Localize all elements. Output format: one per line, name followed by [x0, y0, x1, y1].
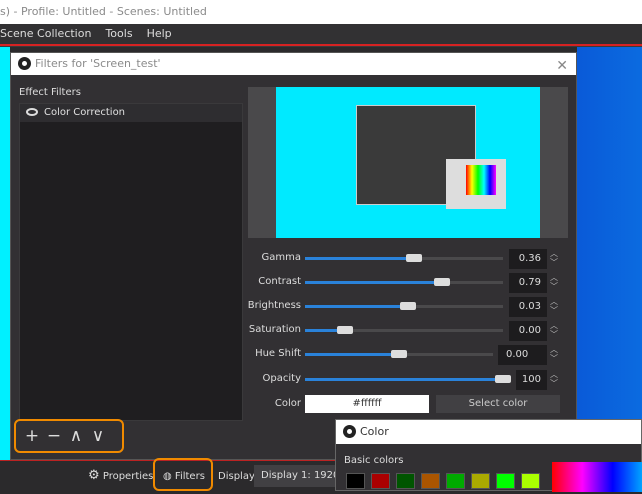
- contrast-label: Contrast: [258, 276, 301, 287]
- background-preview-right: [577, 47, 642, 460]
- dialog-titlebar: Filters for 'Screen_test' ✕: [11, 53, 576, 75]
- spinner-arrows-icon[interactable]: ︿ ﹀: [548, 273, 560, 293]
- color-spectrum[interactable]: [552, 462, 642, 492]
- filters-label: Filters: [174, 471, 205, 482]
- gamma-value[interactable]: 0.36: [509, 249, 547, 269]
- dialog-title: Filters for 'Screen_test': [35, 57, 161, 70]
- obs-logo-icon: [18, 57, 31, 70]
- filter-preview: [248, 87, 568, 238]
- spinner-arrows-icon[interactable]: ︿ ﹀: [548, 370, 560, 390]
- filter-buttons: + − ∧ ∨: [14, 419, 124, 453]
- filters-dialog: Filters for 'Screen_test' ✕ Effect Filte…: [10, 52, 577, 460]
- background-preview: [0, 47, 10, 460]
- slider-fill: [305, 378, 503, 381]
- slider-fill: [305, 281, 442, 284]
- remove-filter-button[interactable]: −: [46, 426, 62, 446]
- gamma-label: Gamma: [261, 252, 302, 263]
- slider-thumb[interactable]: [399, 302, 416, 310]
- color-row: Color #ffffff Select color: [248, 395, 568, 415]
- slider-thumb[interactable]: [336, 326, 353, 334]
- saturation-label: Saturation: [248, 324, 301, 335]
- color-swatch[interactable]: [346, 473, 365, 489]
- brightness-row: Brightness 0.03 ︿ ﹀: [248, 297, 568, 317]
- color-label: Color: [274, 398, 301, 409]
- properties-button[interactable]: ⚙ Properties: [88, 468, 153, 483]
- slider-thumb[interactable]: [405, 254, 422, 262]
- slider-fill: [305, 353, 399, 356]
- color-dialog-title: Color: [360, 425, 389, 438]
- color-swatch[interactable]: [371, 473, 390, 489]
- window-title: s) - Profile: Untitled - Scenes: Untitle…: [0, 0, 642, 24]
- spinner-arrows-icon[interactable]: ︿ ﹀: [548, 249, 560, 269]
- opacity-value[interactable]: 100: [516, 370, 547, 390]
- move-down-button[interactable]: ∨: [90, 426, 106, 446]
- gear-icon: ⚙: [88, 468, 100, 483]
- color-swatch[interactable]: [396, 473, 415, 489]
- brightness-label: Brightness: [247, 300, 301, 311]
- filter-name: Color Correction: [44, 107, 126, 118]
- color-swatch[interactable]: [471, 473, 490, 489]
- eye-icon[interactable]: [26, 108, 38, 116]
- divider: [0, 44, 642, 47]
- obs-logo-icon: [343, 425, 356, 438]
- opacity-row: Opacity 100 ︿ ﹀: [248, 370, 568, 390]
- saturation-slider[interactable]: [305, 326, 503, 334]
- hue-shift-slider[interactable]: [305, 350, 493, 358]
- properties-label: Properties: [102, 471, 154, 482]
- menu-scene-collection[interactable]: Scene Collection: [0, 24, 91, 44]
- basic-colors-swatches: [346, 473, 540, 489]
- filters-icon: ◍: [163, 471, 172, 482]
- contrast-row: Contrast 0.79 ︿ ﹀: [248, 273, 568, 293]
- slider-fill: [305, 305, 408, 308]
- color-dialog-titlebar: Color: [336, 420, 641, 444]
- hue-shift-row: Hue Shift 0.00 ︿ ﹀: [248, 345, 568, 365]
- spinner-arrows-icon[interactable]: ︿ ﹀: [548, 321, 560, 341]
- hue-shift-label: Hue Shift: [255, 348, 301, 359]
- preview-color-picker: [466, 165, 496, 195]
- color-swatch[interactable]: [421, 473, 440, 489]
- slider-thumb[interactable]: [433, 278, 450, 286]
- menu-bar: Scene Collection Tools Help: [0, 24, 642, 44]
- color-value-field[interactable]: #ffffff: [305, 395, 429, 413]
- brightness-value[interactable]: 0.03: [509, 297, 547, 317]
- effect-filters-label: Effect Filters: [19, 87, 81, 98]
- slider-thumb[interactable]: [495, 375, 511, 383]
- add-filter-button[interactable]: +: [24, 426, 40, 446]
- move-up-button[interactable]: ∧: [68, 426, 84, 446]
- saturation-row: Saturation 0.00 ︿ ﹀: [248, 321, 568, 341]
- spinner-arrows-icon[interactable]: ︿ ﹀: [548, 297, 560, 317]
- menu-tools[interactable]: Tools: [105, 24, 132, 44]
- menu-help[interactable]: Help: [147, 24, 172, 44]
- filters-button[interactable]: ◍ Filters: [153, 458, 213, 491]
- effect-filters-list: Color Correction: [19, 103, 243, 421]
- color-swatch[interactable]: [446, 473, 465, 489]
- hue-shift-value[interactable]: 0.00: [498, 345, 547, 365]
- saturation-value[interactable]: 0.00: [509, 321, 547, 341]
- gamma-row: Gamma 0.36 ︿ ﹀: [248, 249, 568, 269]
- display-select[interactable]: Display 1: 1920x1080: [254, 465, 339, 487]
- slider-thumb[interactable]: [391, 350, 407, 358]
- spinner-arrows-icon[interactable]: ︿ ﹀: [548, 345, 560, 365]
- opacity-slider[interactable]: [305, 375, 511, 383]
- contrast-slider[interactable]: [305, 278, 503, 286]
- color-dialog: Color Basic colors: [335, 419, 642, 492]
- gamma-slider[interactable]: [305, 254, 503, 262]
- preview-screen: [276, 87, 540, 238]
- filter-item-color-correction[interactable]: Color Correction: [20, 104, 242, 122]
- color-swatch[interactable]: [521, 473, 540, 489]
- close-icon[interactable]: ✕: [556, 55, 568, 77]
- select-color-button[interactable]: Select color: [436, 395, 560, 413]
- basic-colors-label: Basic colors: [344, 455, 404, 466]
- display-label: Display: [218, 471, 255, 482]
- color-swatch[interactable]: [496, 473, 515, 489]
- slider-fill: [305, 257, 414, 260]
- contrast-value[interactable]: 0.79: [509, 273, 547, 293]
- opacity-label: Opacity: [262, 373, 301, 384]
- brightness-slider[interactable]: [305, 302, 503, 310]
